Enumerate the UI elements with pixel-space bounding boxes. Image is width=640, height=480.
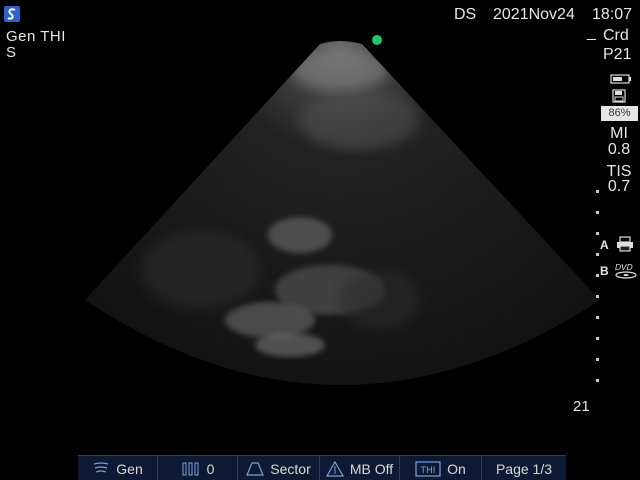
tis-value: 0.7 [607, 178, 631, 195]
toolbar-mb-label: MB Off [349, 460, 394, 477]
probe-freq-icon [94, 461, 109, 473]
depth-scale [596, 190, 599, 382]
header-ds: DS [454, 6, 477, 23]
toolbar-freq-button[interactable]: Gen [78, 456, 158, 480]
depth-dash: _ [587, 24, 596, 41]
dvd-icon: DVD [614, 262, 638, 285]
depth-tick [596, 358, 599, 361]
depth-tick [596, 253, 599, 256]
logo [4, 6, 20, 22]
toolbar-gain-button[interactable]: 0 [158, 456, 238, 480]
depth-tick [596, 190, 599, 193]
depth-tick [596, 337, 599, 340]
depth-tick [596, 316, 599, 319]
sector-icon [246, 461, 265, 476]
imaging-mode: Gen THI [6, 28, 66, 45]
gain-bars-icon [182, 462, 199, 475]
depth-value: 21 [573, 398, 590, 415]
probe-label: P21 [603, 46, 632, 63]
battery-icon [610, 71, 632, 89]
mi-value: 0.8 [607, 141, 631, 158]
depth-tick [596, 295, 599, 298]
printer-icon [616, 236, 634, 257]
printer-label: A [600, 238, 609, 252]
svg-text:THI: THI [420, 466, 436, 476]
header-time: 18:07 [592, 6, 633, 23]
toolbar-gain-label: 0 [206, 460, 215, 477]
storage-percent: 86% [601, 106, 638, 121]
toolbar-thi-label: On [447, 460, 466, 477]
preset-label: Crd [603, 27, 629, 44]
depth-tick [596, 232, 599, 235]
toolbar-sector-button[interactable]: Sector [238, 456, 320, 480]
dvd-label: B [600, 264, 609, 278]
ultrasound-image [85, 41, 600, 385]
thi-icon: THI [415, 460, 441, 477]
depth-tick [596, 211, 599, 214]
toolbar-sector-label: Sector [270, 460, 311, 477]
depth-tick [596, 379, 599, 382]
mb-icon [325, 460, 344, 477]
toolbar-freq-label: Gen [116, 460, 143, 477]
header-date: 2021Nov24 [493, 6, 575, 23]
focus-marker [372, 35, 382, 45]
toolbar-mb-button[interactable]: MB Off [320, 456, 400, 480]
imaging-mode-sub: S [6, 44, 17, 61]
toolbar-thi-button[interactable]: THI On [400, 456, 482, 480]
bottom-toolbar: Gen 0 Sector MB Off THI On Page 1/3 [78, 455, 566, 480]
svg-text:DVD: DVD [615, 263, 633, 272]
logo-s-icon [7, 8, 16, 20]
toolbar-page-label: Page 1/3 [495, 460, 553, 477]
toolbar-page-button[interactable]: Page 1/3 [482, 456, 566, 480]
depth-tick [596, 274, 599, 277]
